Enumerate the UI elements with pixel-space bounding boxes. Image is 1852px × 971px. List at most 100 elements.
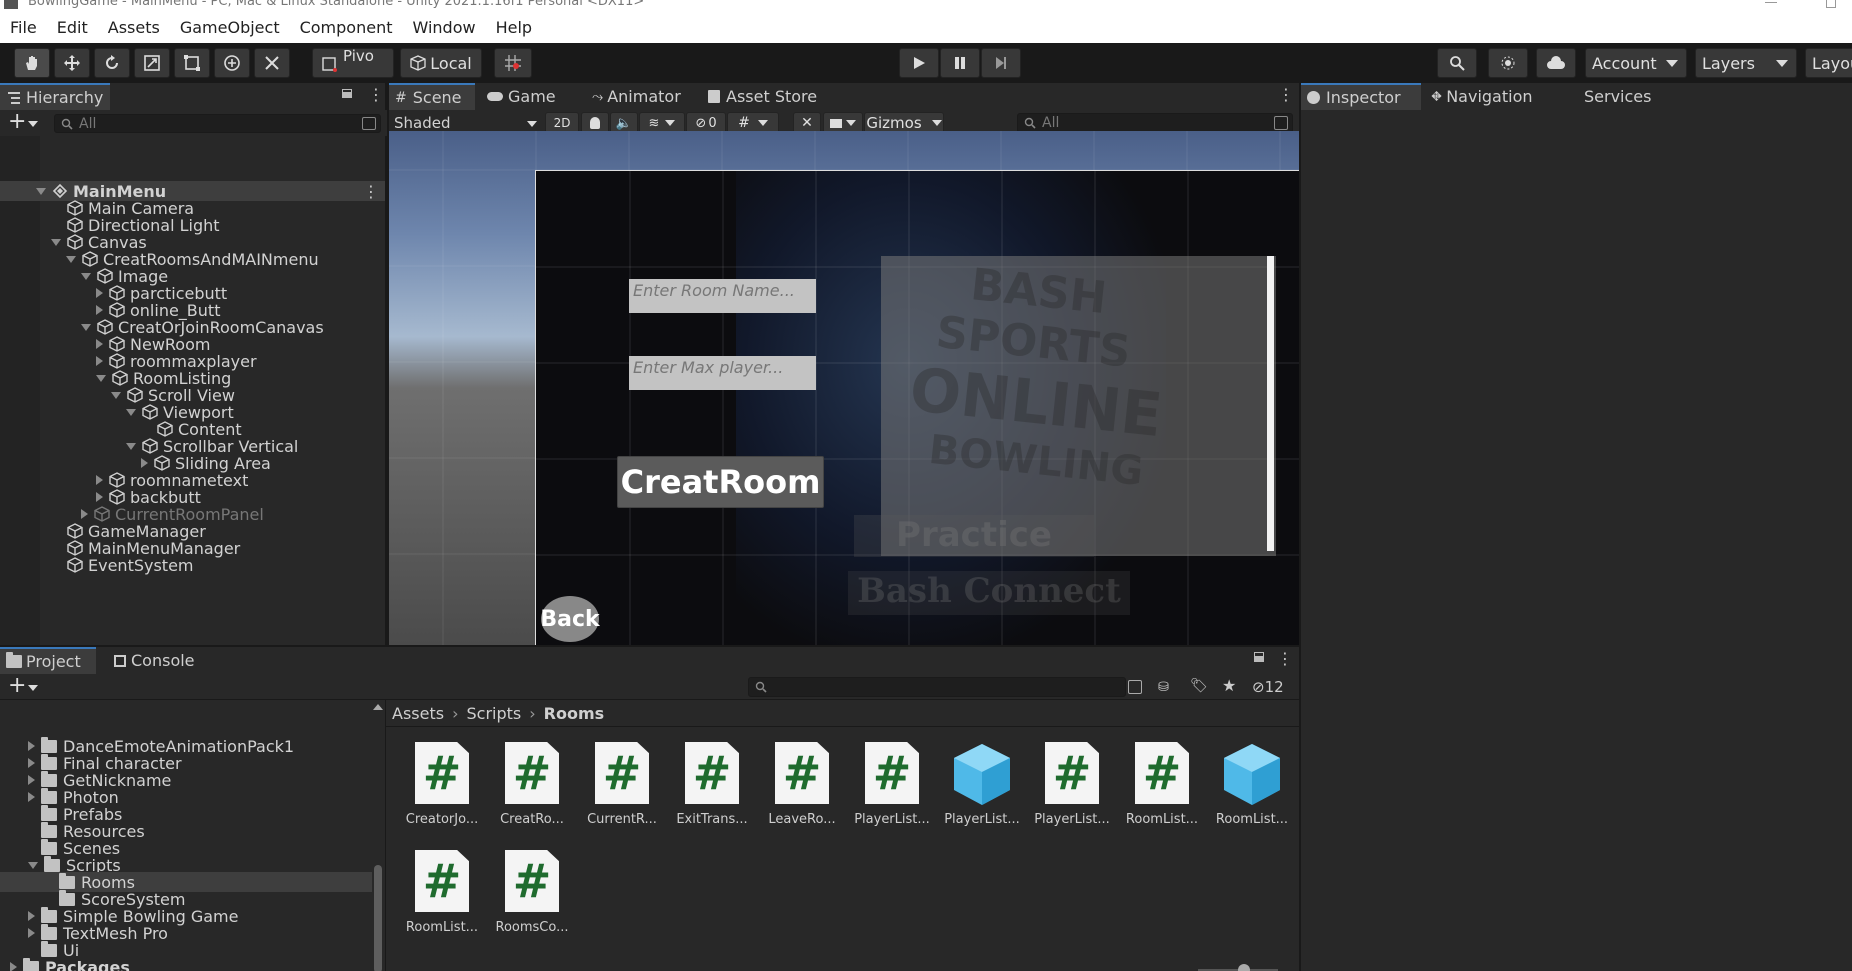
- breadcrumb-assets[interactable]: Assets: [392, 704, 444, 723]
- scene-search-input[interactable]: All: [1017, 113, 1293, 133]
- cloud-button[interactable]: [1536, 48, 1576, 78]
- scale-tool-button[interactable]: [134, 48, 170, 78]
- script-asset[interactable]: # RoomList...: [400, 850, 484, 950]
- maximize-icon[interactable]: [1826, 0, 1836, 8]
- expanded-arrow-icon[interactable]: [28, 861, 38, 869]
- scroll-up-arrow-icon[interactable]: [373, 704, 383, 710]
- menu-item-gameobject[interactable]: GameObject: [180, 18, 280, 37]
- tab-game[interactable]: Game: [481, 83, 561, 110]
- tab-asset-store[interactable]: Asset Store: [702, 83, 832, 110]
- layers-dropdown[interactable]: Layers: [1695, 48, 1797, 78]
- collapsed-arrow-icon[interactable]: [28, 928, 35, 938]
- collapsed-arrow-icon[interactable]: [28, 911, 35, 921]
- tab-project[interactable]: Project: [0, 647, 96, 674]
- local-toggle[interactable]: Local: [400, 48, 482, 78]
- layout-dropdown[interactable]: Layou: [1805, 48, 1852, 78]
- script-asset[interactable]: # ExitTrans...: [670, 742, 754, 842]
- step-button[interactable]: [981, 48, 1021, 78]
- hierarchy-search-input[interactable]: All: [54, 114, 381, 133]
- collapsed-arrow-icon[interactable]: [10, 962, 17, 971]
- expanded-arrow-icon[interactable]: [66, 255, 76, 263]
- collapsed-arrow-icon[interactable]: [28, 775, 35, 785]
- script-asset[interactable]: # CreatRo...: [490, 742, 574, 842]
- create-room-button[interactable]: CreatRoom: [617, 456, 824, 508]
- tab-scene[interactable]: # Scene: [389, 83, 475, 110]
- kebab-menu-icon[interactable]: ⋮: [368, 87, 384, 103]
- transform-tool-button[interactable]: [214, 48, 250, 78]
- expanded-arrow-icon[interactable]: [126, 442, 136, 450]
- collapsed-arrow-icon[interactable]: [141, 458, 148, 468]
- collapsed-arrow-icon[interactable]: [96, 288, 103, 298]
- script-asset[interactable]: # CurrentR...: [580, 742, 664, 842]
- script-asset[interactable]: # RoomsCo...: [490, 850, 574, 950]
- pivot-toggle[interactable]: Pivo: [312, 47, 394, 78]
- folder-tree-scrollbar[interactable]: [372, 700, 384, 971]
- collapsed-arrow-icon[interactable]: [96, 339, 103, 349]
- add-object-button[interactable]: +: [8, 110, 26, 134]
- tab-animator[interactable]: ⤳ Animator: [586, 83, 686, 110]
- room-name-input[interactable]: Enter Room Name...: [629, 279, 816, 313]
- menu-item-component[interactable]: Component: [300, 18, 393, 37]
- collapsed-arrow-icon[interactable]: [96, 492, 103, 502]
- rect-tool-button[interactable]: [174, 48, 210, 78]
- tab-services[interactable]: Services: [1578, 83, 1678, 110]
- custom-tool-button[interactable]: [254, 48, 290, 78]
- pause-button[interactable]: [940, 48, 980, 78]
- collapsed-arrow-icon[interactable]: [96, 356, 103, 366]
- collapsed-arrow-icon[interactable]: [81, 509, 88, 519]
- minimize-icon[interactable]: [1765, 2, 1777, 3]
- menu-item-window[interactable]: Window: [412, 18, 475, 37]
- script-asset[interactable]: # CreatorJo...: [400, 742, 484, 842]
- back-button[interactable]: Back: [540, 596, 600, 642]
- tab-inspector[interactable]: Inspector: [1301, 83, 1421, 110]
- menu-item-edit[interactable]: Edit: [57, 18, 88, 37]
- scene-search-icon[interactable]: [1274, 116, 1288, 130]
- slider-handle[interactable]: [1238, 964, 1250, 971]
- room-list-scrollbar[interactable]: [1267, 256, 1274, 551]
- collapsed-arrow-icon[interactable]: [28, 792, 35, 802]
- script-asset[interactable]: # PlayerList...: [1030, 742, 1114, 842]
- menu-item-help[interactable]: Help: [496, 18, 532, 37]
- expanded-arrow-icon[interactable]: [96, 374, 106, 382]
- collapsed-arrow-icon[interactable]: [28, 758, 35, 768]
- breadcrumb-rooms[interactable]: Rooms: [544, 704, 605, 723]
- rotate-tool-button[interactable]: [94, 48, 130, 78]
- tab-console[interactable]: Console: [108, 647, 208, 674]
- expanded-arrow-icon[interactable]: [36, 187, 46, 195]
- hidden-packages-toggle[interactable]: ⊘12: [1252, 678, 1284, 696]
- kebab-menu-icon[interactable]: ⋮: [1278, 87, 1294, 103]
- kebab-menu-icon[interactable]: ⋮: [1277, 651, 1293, 667]
- expanded-arrow-icon[interactable]: [51, 238, 61, 246]
- tab-hierarchy[interactable]: Hierarchy: [0, 83, 110, 110]
- breadcrumb-scripts[interactable]: Scripts: [466, 704, 521, 723]
- prefab-asset[interactable]: RoomList...: [1210, 742, 1294, 842]
- grid-snap-button[interactable]: [494, 48, 532, 78]
- lock-icon[interactable]: [342, 89, 352, 98]
- expanded-arrow-icon[interactable]: [81, 272, 91, 280]
- expanded-arrow-icon[interactable]: [111, 391, 121, 399]
- collapsed-arrow-icon[interactable]: [96, 475, 103, 485]
- collab-button[interactable]: [1488, 48, 1528, 78]
- favorite-star-icon[interactable]: ★: [1222, 676, 1236, 695]
- script-asset[interactable]: # PlayerList...: [850, 742, 934, 842]
- collapsed-arrow-icon[interactable]: [96, 305, 103, 315]
- account-dropdown[interactable]: Account: [1585, 48, 1687, 78]
- max-player-input[interactable]: Enter Max player...: [629, 356, 816, 390]
- menu-item-assets[interactable]: Assets: [108, 18, 160, 37]
- collapsed-arrow-icon[interactable]: [28, 741, 35, 751]
- scroll-thumb[interactable]: [374, 865, 382, 971]
- search-button[interactable]: [1437, 48, 1477, 78]
- lock-icon[interactable]: [1254, 652, 1264, 662]
- scene-viewport[interactable]: BASH SPORTS ONLINE BOWLING Practice Bash…: [389, 131, 1299, 645]
- filter-by-label-icon[interactable]: 🏷: [1190, 678, 1208, 694]
- script-asset[interactable]: # LeaveRo...: [760, 742, 844, 842]
- expanded-arrow-icon[interactable]: [81, 323, 91, 331]
- menu-item-file[interactable]: File: [10, 18, 37, 37]
- move-tool-button[interactable]: [54, 48, 90, 78]
- play-button[interactable]: [899, 48, 939, 78]
- script-asset[interactable]: # RoomList...: [1120, 742, 1204, 842]
- filter-by-type-icon[interactable]: ⛁: [1158, 680, 1174, 695]
- hand-tool-button[interactable]: [14, 48, 50, 78]
- prefab-asset[interactable]: PlayerList...: [940, 742, 1024, 842]
- project-search-input[interactable]: [748, 677, 1126, 697]
